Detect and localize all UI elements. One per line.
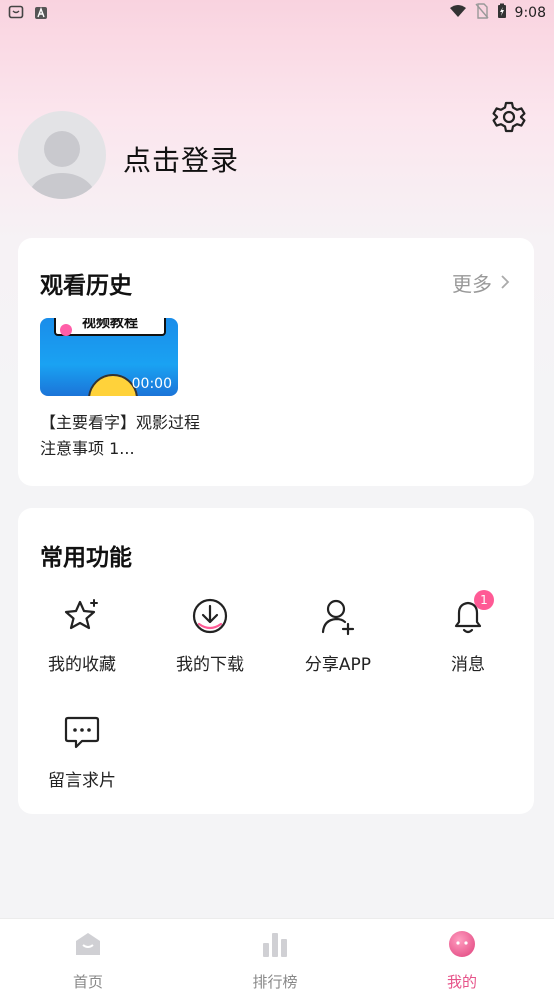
messages-button[interactable]: 1 消息 [404,590,532,675]
share-app-button[interactable]: 分享APP [274,596,402,675]
message-count-badge: 1 [474,590,494,610]
wifi-icon [449,4,467,22]
tab-ranking[interactable]: 排行榜 [215,929,335,992]
status-bar: 9:08 [0,0,554,26]
sun-illustration-icon [88,374,138,396]
add-user-icon [318,596,358,636]
request-movie-button[interactable]: 留言求片 [18,712,146,791]
watch-history-card: 观看历史 更多 视频教程 00:00 【主要看字】观影过程注意事项 1... [18,238,534,486]
battery-charging-icon [497,3,507,23]
tab-ranking-label: 排行榜 [252,973,298,991]
chevron-right-icon [500,271,510,295]
star-sparkle-icon [62,596,102,636]
favorites-button[interactable]: 我的收藏 [18,596,146,675]
login-prompt[interactable]: 点击登录 [123,139,239,179]
video-duration: 00:00 [131,376,172,392]
share-app-label: 分享APP [304,655,372,675]
request-movie-label: 留言求片 [48,771,116,791]
favorites-label: 我的收藏 [48,655,116,675]
font-a-icon [34,5,48,24]
common-functions-card: 常用功能 我的收藏 我的下载 分享APP 1 消息 留言求片 [18,508,534,814]
profile-section[interactable]: 点击登录 [18,111,538,201]
no-sim-icon [475,3,489,23]
more-label: 更多 [452,272,492,296]
chat-bubble-icon [62,712,102,752]
bell-icon: 1 [448,590,494,636]
tab-mine-label: 我的 [446,973,477,991]
bottom-tab-bar: 首页 排行榜 我的 [0,918,554,995]
downloads-button[interactable]: 我的下载 [146,596,274,675]
more-link[interactable]: 更多 [452,268,510,297]
common-functions-title: 常用功能 [40,545,132,571]
ranking-bars-icon [260,929,290,959]
download-circle-icon [190,596,230,636]
tab-home[interactable]: 首页 [28,929,148,992]
watch-history-title: 观看历史 [40,273,132,299]
default-avatar-icon[interactable] [18,111,106,199]
tab-home-label: 首页 [72,973,103,991]
heart-icon [60,324,72,336]
video-thumbnail[interactable]: 视频教程 00:00 [40,318,178,396]
tab-mine[interactable]: 我的 [402,929,522,992]
video-title[interactable]: 【主要看字】观影过程注意事项 1... [40,410,200,462]
messages-label: 消息 [451,655,485,675]
status-time: 9:08 [514,5,546,21]
profile-face-icon [447,929,477,959]
home-icon [73,929,103,959]
downloads-label: 我的下载 [176,655,244,675]
app-notification-icon [8,4,24,24]
